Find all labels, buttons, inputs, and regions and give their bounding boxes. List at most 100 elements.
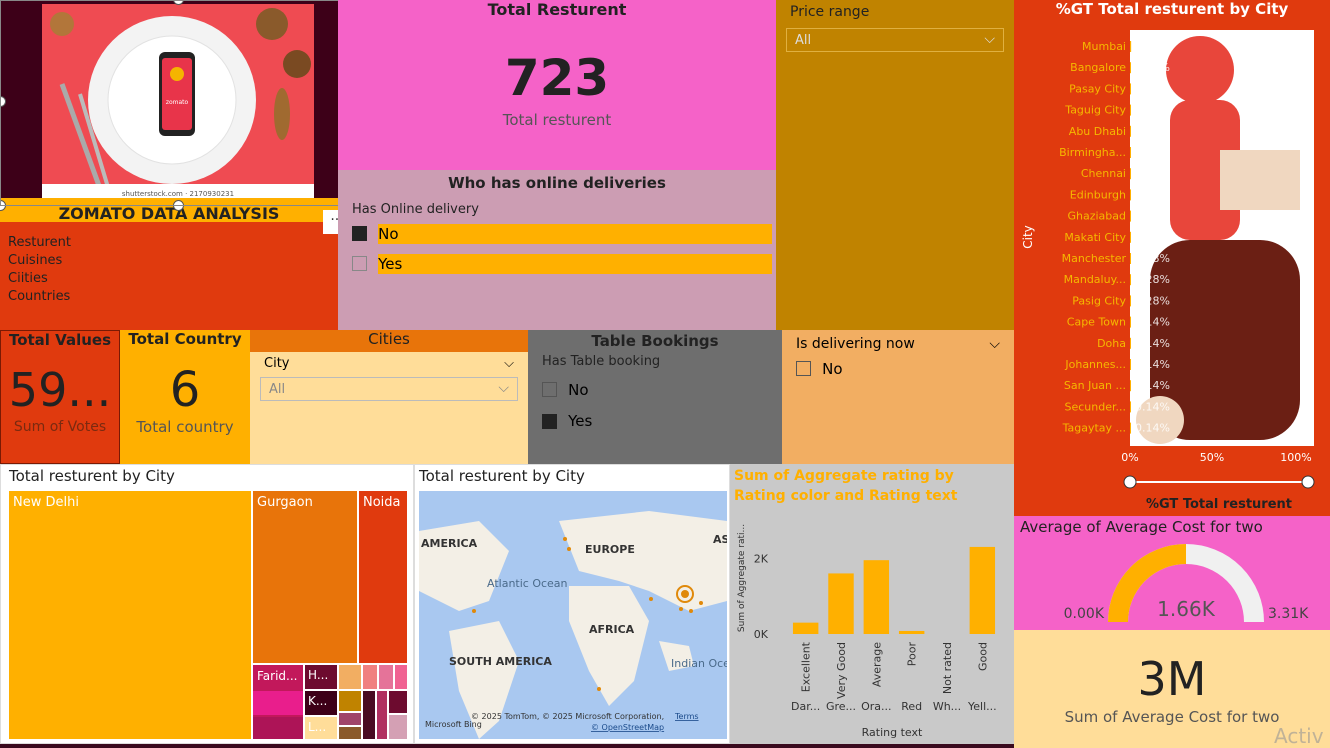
- item-countries: Countries: [8, 289, 71, 304]
- option-label: No: [822, 359, 843, 378]
- city-label: Mumbai: [1082, 40, 1126, 53]
- terms-link[interactable]: Terms: [674, 712, 699, 721]
- city-label: Manchester: [1062, 252, 1127, 265]
- gt-bar: [1130, 401, 1131, 413]
- city-label: Taguig City: [1064, 104, 1126, 117]
- tile-label: H...: [308, 668, 329, 682]
- card-caption: Total country: [136, 418, 234, 436]
- tile-l[interactable]: L...: [305, 717, 337, 739]
- tile-noida[interactable]: Noida: [359, 491, 407, 663]
- slicer-option-yes[interactable]: Yes: [352, 253, 776, 275]
- tile-small[interactable]: [339, 727, 361, 739]
- city-label: Edinburgh: [1070, 188, 1126, 201]
- map-visual[interactable]: Total resturent by City AMERICA EUROPE A…: [414, 464, 730, 744]
- card-value: 59...: [8, 363, 112, 417]
- tile-small[interactable]: [339, 713, 361, 725]
- value-label: 0.28%: [1135, 125, 1170, 138]
- total-values-card[interactable]: Total Values 59... Sum of Votes: [0, 330, 120, 464]
- tick-label: 100%: [1280, 451, 1311, 464]
- tile-small[interactable]: [253, 691, 303, 715]
- x-tick-label: Very Good: [835, 642, 848, 699]
- slicer-title: Who has online deliveries: [448, 174, 666, 192]
- tile-small[interactable]: [395, 665, 407, 689]
- checkbox[interactable]: [796, 361, 811, 376]
- header-image-visual[interactable]: shutterstock.com · 2170930231 zomato: [0, 0, 342, 206]
- value-label: 0.41%: [1135, 104, 1170, 117]
- activate-watermark: Activ: [1274, 724, 1324, 748]
- rating-chart-visual[interactable]: Sum of Aggregate rating by Rating color …: [730, 464, 1014, 744]
- treemap-visual[interactable]: Total resturent by City New Delhi Gurgao…: [0, 464, 414, 744]
- slicer-header[interactable]: Is delivering now ⌵: [796, 336, 1000, 352]
- slicer-option-yes[interactable]: Yes: [542, 411, 782, 430]
- tile-small[interactable]: [377, 691, 387, 739]
- tile-new-delhi[interactable]: New Delhi: [9, 491, 251, 739]
- dropdown-value: All: [795, 33, 812, 48]
- tile-small[interactable]: [379, 665, 393, 689]
- slicer-title: Table Bookings: [591, 332, 719, 350]
- tile-small[interactable]: [339, 665, 361, 689]
- avg-cost-gauge[interactable]: Average of Average Cost for two 1.66K 0.0…: [1014, 516, 1330, 630]
- table-bookings-slicer[interactable]: Table Bookings Has Table booking No Yes: [528, 330, 782, 464]
- rating-bar-plot: 0K 2K Sum of Aggregate rati... Excellent Dar…: [737, 524, 997, 739]
- option-label: No: [568, 380, 589, 399]
- total-resturent-card[interactable]: Total Resturent 723 Total resturent: [338, 0, 776, 170]
- title-card-items: Resturent Cuisines Ciities Countries: [0, 222, 338, 318]
- checkbox[interactable]: [542, 382, 557, 397]
- tile-small[interactable]: [363, 665, 377, 689]
- value-label: 0.41%: [1135, 61, 1170, 74]
- tile-label: K...: [308, 694, 328, 708]
- slicer-option-no[interactable]: No: [796, 358, 1014, 378]
- slicer-option-no[interactable]: No: [542, 379, 782, 399]
- title-card: ZOMATO DATA ANALYSIS Resturent Cuisines …: [0, 198, 338, 330]
- chevron-down-icon: ⌵: [498, 380, 509, 396]
- checkbox[interactable]: [352, 226, 367, 241]
- y-tick-label: 0K: [754, 628, 769, 641]
- card-title: Total Resturent: [487, 0, 627, 19]
- city-label: Pasig City: [1072, 294, 1126, 307]
- value-label: 0.28%: [1135, 294, 1170, 307]
- color-tick-label: Yell...: [967, 700, 997, 713]
- price-range-dropdown[interactable]: All ⌵: [786, 28, 1004, 52]
- map-label: Atlantic Ocean: [487, 577, 568, 590]
- city-label: Cape Town: [1067, 316, 1126, 329]
- tile-small[interactable]: [253, 717, 303, 739]
- visual-title: Total resturent by City: [9, 467, 175, 485]
- map-label: AMERICA: [421, 537, 478, 550]
- tile-small[interactable]: [389, 691, 407, 713]
- gt-axis: 0% 50% 100% %GT Total resturent: [1121, 451, 1315, 512]
- city-label: Birmingha...: [1059, 146, 1126, 159]
- range-slider-handle[interactable]: [1123, 475, 1137, 489]
- range-slider-handle[interactable]: [1301, 475, 1315, 489]
- gauge-min: 0.00K: [1064, 606, 1105, 622]
- online-delivery-slicer[interactable]: Who has online deliveries Has Online del…: [338, 170, 776, 330]
- city-dropdown[interactable]: All ⌵: [260, 377, 518, 401]
- value-label: 0.14%: [1135, 337, 1170, 350]
- tile-small[interactable]: [363, 691, 375, 739]
- tile-small[interactable]: [339, 691, 361, 711]
- resize-handle[interactable]: [173, 200, 184, 211]
- tile-k[interactable]: K...: [305, 691, 337, 715]
- tile-gurgaon[interactable]: Gurgaon: [253, 491, 357, 663]
- tile-h[interactable]: H...: [305, 665, 337, 689]
- osm-link[interactable]: © OpenStreetMap: [591, 723, 664, 732]
- card-title: Total Country: [128, 330, 242, 348]
- cities-slicer[interactable]: Cities City ⌵ All ⌵: [250, 330, 528, 464]
- delivering-now-slicer[interactable]: Is delivering now ⌵ No: [782, 330, 1014, 464]
- city-dropdown-header[interactable]: City ⌵: [264, 356, 514, 371]
- table-setting-illustration: shutterstock.com · 2170930231 zomato: [42, 8, 314, 200]
- tile-label: L...: [308, 720, 327, 734]
- slicer-option-no[interactable]: No: [352, 223, 776, 245]
- gt-bar: [1130, 422, 1131, 434]
- tile-small[interactable]: [389, 715, 407, 739]
- checkbox[interactable]: [352, 256, 367, 271]
- price-range-slicer[interactable]: Price range All ⌵: [776, 0, 1014, 330]
- value-label: 0.14%: [1135, 358, 1170, 371]
- total-country-card[interactable]: Total Country 6 Total country: [120, 330, 250, 464]
- checkbox[interactable]: [542, 413, 557, 429]
- gt-city-chart[interactable]: %GT Total resturent by City City Mumbai 0…: [1014, 0, 1330, 516]
- world-map[interactable]: AMERICA EUROPE AS Atlantic Ocean AFRICA …: [419, 491, 727, 739]
- tick-label: 50%: [1200, 451, 1224, 464]
- value-label: 0.28%: [1135, 210, 1170, 223]
- gt-bar: [1130, 253, 1131, 264]
- gauge-max: 3.31K: [1268, 606, 1309, 622]
